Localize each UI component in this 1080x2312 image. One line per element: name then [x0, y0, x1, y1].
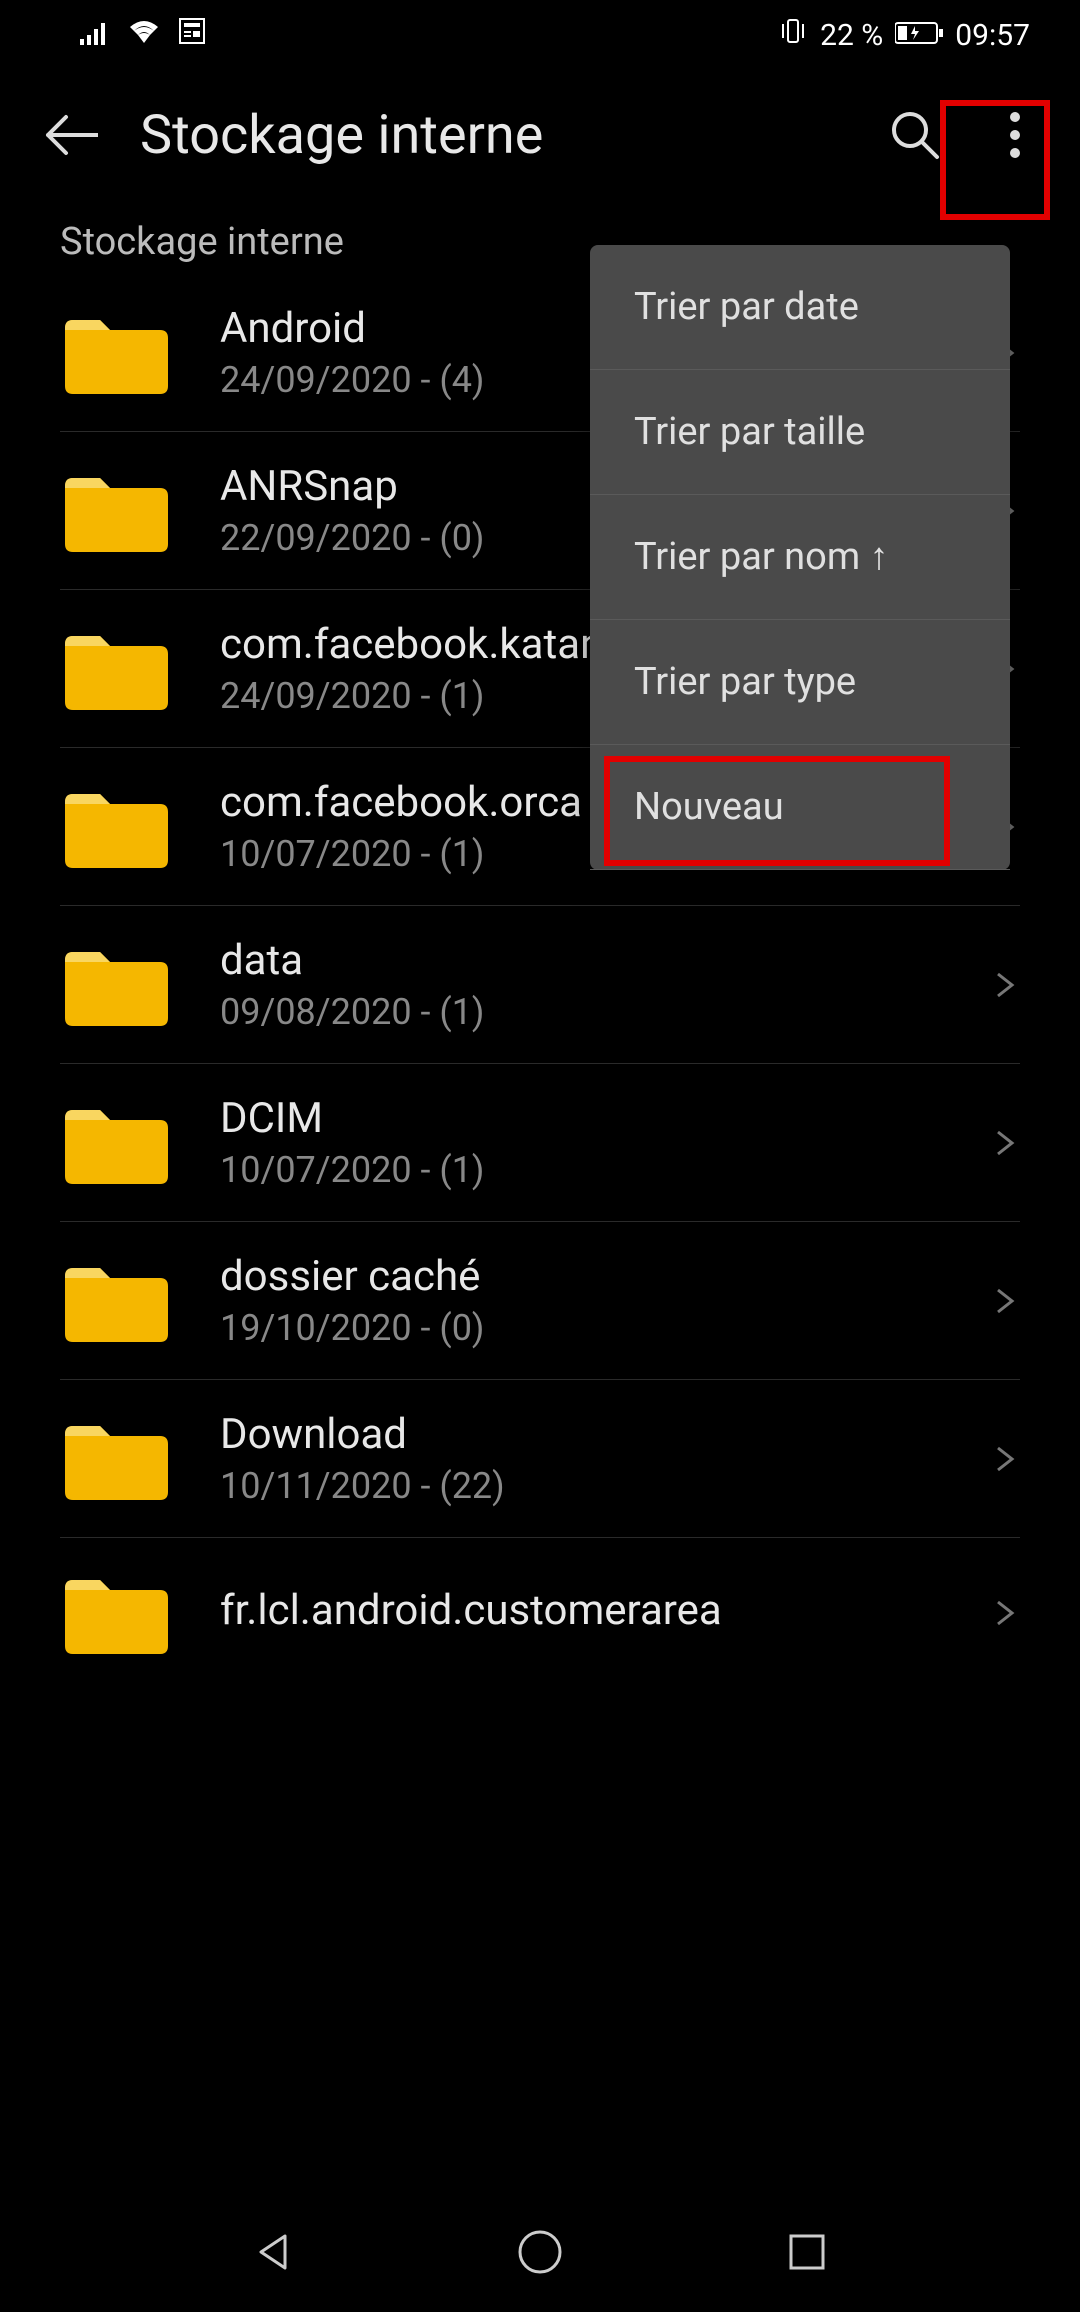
- folder-icon: [60, 1256, 170, 1346]
- square-recent-icon: [787, 2232, 827, 2272]
- folder-meta: 10/07/2020 - (1): [220, 1149, 970, 1191]
- menu-sort-date[interactable]: Trier par date: [590, 245, 1010, 370]
- triangle-back-icon: [251, 2230, 295, 2274]
- arrow-left-icon: [42, 113, 98, 157]
- wifi-icon: [128, 18, 160, 53]
- chevron-right-icon: [990, 970, 1020, 1000]
- chevron-right-icon: [990, 1444, 1020, 1474]
- folder-icon: [60, 1568, 170, 1658]
- folder-icon: [60, 466, 170, 556]
- page-title: Stockage interne: [140, 104, 840, 167]
- menu-sort-name[interactable]: Trier par nom ↑: [590, 495, 1010, 620]
- folder-item[interactable]: DCIM 10/07/2020 - (1): [60, 1064, 1020, 1222]
- nav-home-button[interactable]: [510, 2222, 570, 2282]
- battery-percent: 22 %: [820, 18, 883, 53]
- annotation-highlight-more: [940, 100, 1050, 220]
- folder-name: DCIM: [220, 1094, 970, 1143]
- clock-time: 09:57: [955, 18, 1030, 53]
- annotation-highlight-new: [604, 756, 950, 866]
- folder-name: dossier caché: [220, 1252, 970, 1301]
- folder-item[interactable]: data 09/08/2020 - (1): [60, 906, 1020, 1064]
- app-header: Stockage interne: [0, 70, 1080, 200]
- status-bar: 22 % 09:57: [0, 0, 1080, 70]
- back-button[interactable]: [40, 105, 100, 165]
- folder-icon: [60, 1414, 170, 1504]
- folder-icon: [60, 940, 170, 1030]
- folder-meta: 09/08/2020 - (1): [220, 991, 970, 1033]
- nav-back-button[interactable]: [243, 2222, 303, 2282]
- folder-icon: [60, 1098, 170, 1188]
- folder-item[interactable]: Download 10/11/2020 - (22): [60, 1380, 1020, 1538]
- chevron-right-icon: [990, 1286, 1020, 1316]
- battery-icon: [895, 18, 943, 53]
- folder-name: Download: [220, 1410, 970, 1459]
- menu-sort-type[interactable]: Trier par type: [590, 620, 1010, 745]
- search-icon: [889, 109, 941, 161]
- folder-item[interactable]: fr.lcl.android.customerarea: [60, 1538, 1020, 1688]
- folder-icon: [60, 308, 170, 398]
- options-menu: Trier par date Trier par taille Trier pa…: [590, 245, 1010, 870]
- folder-icon: [60, 624, 170, 714]
- folder-name: data: [220, 936, 970, 985]
- folder-icon: [60, 782, 170, 872]
- nav-recent-button[interactable]: [777, 2222, 837, 2282]
- navigation-bar: [0, 2192, 1080, 2312]
- chevron-right-icon: [990, 1598, 1020, 1628]
- folder-meta: 19/10/2020 - (0): [220, 1307, 970, 1349]
- folder-name: fr.lcl.android.customerarea: [220, 1586, 970, 1635]
- chevron-right-icon: [990, 1128, 1020, 1158]
- signal-icon: [80, 18, 110, 53]
- vibrate-icon: [778, 16, 808, 54]
- menu-sort-size[interactable]: Trier par taille: [590, 370, 1010, 495]
- folder-meta: 10/11/2020 - (22): [220, 1465, 970, 1507]
- circle-home-icon: [516, 2228, 564, 2276]
- news-icon: [178, 17, 206, 53]
- folder-item[interactable]: dossier caché 19/10/2020 - (0): [60, 1222, 1020, 1380]
